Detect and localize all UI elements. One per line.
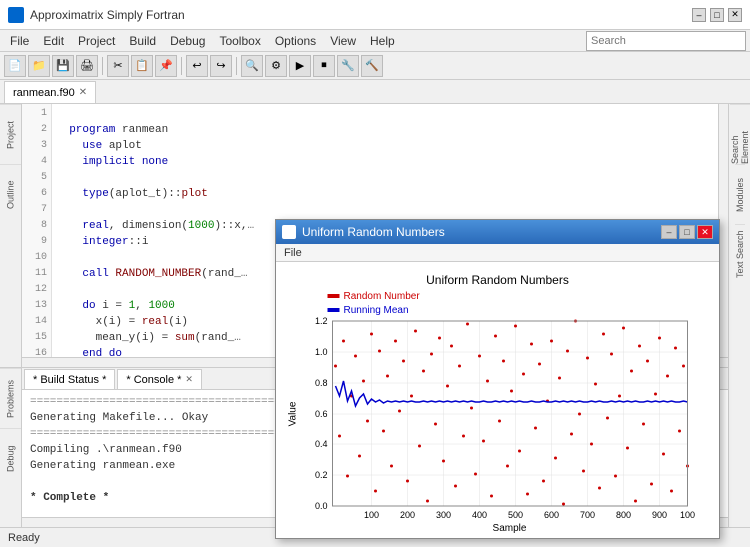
x-tick-300: 300 [436, 510, 451, 520]
x-tick-600: 600 [544, 510, 559, 520]
tab-bar: ranmean.f90 ✕ [0, 80, 750, 104]
chart-window: Uniform Random Numbers – □ ✕ File Unifor… [275, 219, 720, 539]
chart-window-title: Uniform Random Numbers [302, 225, 445, 239]
menu-toolbox[interactable]: Toolbox [213, 32, 266, 50]
stop-button[interactable]: ⏹ [313, 55, 335, 77]
maximize-button[interactable]: □ [710, 8, 724, 22]
new-button[interactable]: 📄 [4, 55, 26, 77]
app-icon [8, 7, 24, 23]
legend-random-rect [328, 294, 340, 298]
x-axis-label: Sample [493, 523, 527, 534]
chart-window-controls: – □ ✕ [661, 225, 713, 239]
sidebar-element-search[interactable]: Element Search [730, 104, 750, 164]
toolbar: 📄 📁 💾 🖨 ✂ 📋 📌 ↩ ↪ 🔍 ⚙ ▶ ⏹ 🔧 🔨 [0, 52, 750, 80]
print-button[interactable]: 🖨 [76, 55, 98, 77]
chart-title-bar: Uniform Random Numbers – □ ✕ [276, 220, 719, 244]
tab-ranmean[interactable]: ranmean.f90 ✕ [4, 81, 96, 103]
settings-button[interactable]: ⚙ [265, 55, 287, 77]
y-tick-08: 0.8 [315, 378, 328, 388]
legend-mean-rect [328, 308, 340, 312]
y-tick-10: 1.0 [315, 347, 328, 357]
chart-title-left: Uniform Random Numbers [282, 225, 445, 239]
build-button[interactable]: 🔨 [361, 55, 383, 77]
chart-svg: Uniform Random Numbers Random Number Run… [280, 266, 715, 534]
chart-window-icon [282, 225, 296, 239]
sidebar-project[interactable]: Project [0, 104, 21, 164]
y-tick-04: 0.4 [315, 439, 328, 449]
tab-console[interactable]: * Console * ✕ [117, 369, 202, 389]
search-area [586, 31, 746, 51]
line-numbers: 12345 678910 1112131415 161718192021 [22, 104, 52, 357]
redo-button[interactable]: ↪ [210, 55, 232, 77]
right-sidebar: Element Search Modules Text Search [728, 104, 750, 527]
chart-close-button[interactable]: ✕ [697, 225, 713, 239]
y-tick-02: 0.2 [315, 470, 328, 480]
bottom-left-sidebar: Problems Debug [0, 367, 22, 527]
paste-button[interactable]: 📌 [155, 55, 177, 77]
tab-label: ranmean.f90 [13, 87, 75, 99]
tab-build-status[interactable]: * Build Status * [24, 369, 115, 389]
main-area: Project Outline 12345 678910 1112131415 … [0, 104, 750, 527]
menu-file[interactable]: File [4, 32, 35, 50]
search-toolbar-button[interactable]: 🔍 [241, 55, 263, 77]
tab-close-button[interactable]: ✕ [79, 87, 87, 98]
legend-mean-label: Running Mean [344, 305, 409, 316]
separator-1 [102, 57, 103, 75]
menu-debug[interactable]: Debug [164, 32, 211, 50]
x-tick-800: 800 [616, 510, 631, 520]
debug-button[interactable]: 🔧 [337, 55, 359, 77]
x-tick-100: 100 [364, 510, 379, 520]
minimize-button[interactable]: – [692, 8, 706, 22]
chart-title: Uniform Random Numbers [426, 273, 569, 287]
y-tick-12: 1.2 [315, 316, 328, 326]
legend-random-label: Random Number [344, 291, 421, 302]
copy-button[interactable]: 📋 [131, 55, 153, 77]
sidebar-outline[interactable]: Outline [0, 164, 21, 224]
menu-project[interactable]: Project [72, 32, 121, 50]
console-tab-close[interactable]: ✕ [185, 374, 193, 385]
cut-button[interactable]: ✂ [107, 55, 129, 77]
title-bar-left: Approximatrix Simply Fortran [8, 7, 185, 23]
x-tick-200: 200 [400, 510, 415, 520]
close-button[interactable]: ✕ [728, 8, 742, 22]
sidebar-text-search[interactable]: Text Search [735, 224, 745, 284]
app-title: Approximatrix Simply Fortran [30, 8, 185, 22]
menu-build[interactable]: Build [123, 32, 162, 50]
console-tab-label: * Console * [126, 374, 181, 386]
menu-options[interactable]: Options [269, 32, 322, 50]
menu-edit[interactable]: Edit [37, 32, 70, 50]
x-tick-1000: 100 [680, 510, 695, 520]
menu-view[interactable]: View [324, 32, 362, 50]
sidebar-problems[interactable]: Problems [0, 368, 21, 428]
separator-3 [236, 57, 237, 75]
menu-help[interactable]: Help [364, 32, 401, 50]
window-controls: – □ ✕ [692, 8, 742, 22]
y-tick-06: 0.6 [315, 409, 328, 419]
chart-menu-bar: File [276, 244, 719, 262]
menu-bar: File Edit Project Build Debug Toolbox Op… [0, 30, 750, 52]
sidebar-modules[interactable]: Modules [735, 164, 745, 224]
search-input[interactable] [586, 31, 746, 51]
build-status-tab-label: * Build Status * [33, 374, 106, 386]
chart-menu-file[interactable]: File [280, 247, 306, 259]
sidebar-debug[interactable]: Debug [0, 428, 21, 488]
y-tick-00: 0.0 [315, 501, 328, 511]
y-axis-label: Value [288, 401, 299, 426]
run-button[interactable]: ▶ [289, 55, 311, 77]
chart-minimize-button[interactable]: – [661, 225, 677, 239]
x-tick-400: 400 [472, 510, 487, 520]
chart-maximize-button[interactable]: □ [679, 225, 695, 239]
chart-body: Uniform Random Numbers Random Number Run… [276, 262, 719, 538]
x-tick-700: 700 [580, 510, 595, 520]
separator-2 [181, 57, 182, 75]
save-button[interactable]: 💾 [52, 55, 74, 77]
title-bar: Approximatrix Simply Fortran – □ ✕ [0, 0, 750, 30]
chart-area [333, 321, 688, 506]
undo-button[interactable]: ↩ [186, 55, 208, 77]
x-tick-500: 500 [508, 510, 523, 520]
status-text: Ready [8, 532, 40, 544]
open-button[interactable]: 📁 [28, 55, 50, 77]
x-tick-900: 900 [652, 510, 667, 520]
